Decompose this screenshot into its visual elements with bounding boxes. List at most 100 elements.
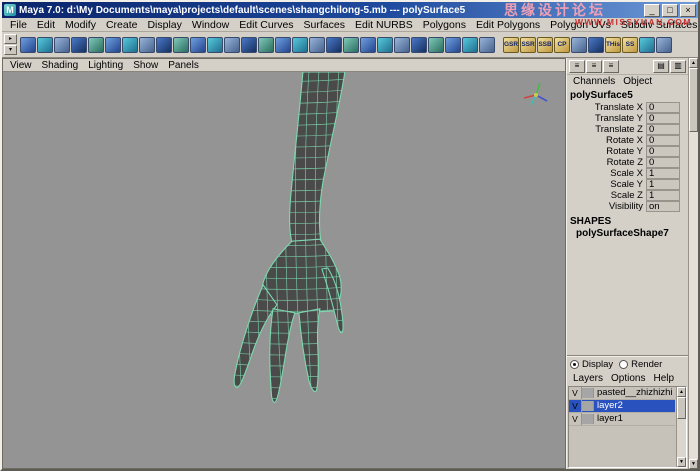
channelbox-menu-channels[interactable]: Channels [569,76,619,87]
scroll-track[interactable] [689,132,698,459]
shelf-icon-ss[interactable]: SS [622,37,638,53]
layer-menu-options[interactable]: Options [607,373,649,384]
shelf-icon-26[interactable] [445,37,461,53]
shelf-icon-34[interactable] [588,37,604,53]
shelf-icon-27[interactable] [462,37,478,53]
close-button[interactable]: × [680,4,696,17]
layer-menu-layers[interactable]: Layers [569,373,607,384]
layer-scroll-down-icon[interactable]: ▼ [677,457,686,467]
shape-name[interactable]: polySurfaceShape7 [567,228,688,239]
attr-value-rotate-x[interactable]: 0 [646,135,680,146]
shelf-icon-ssr[interactable]: SSR [520,37,536,53]
shelf-icon-13[interactable] [224,37,240,53]
shelf-icon-7[interactable] [122,37,138,53]
scroll-down-icon[interactable]: ▼ [689,459,698,469]
menu-polygons[interactable]: Polygons [418,19,471,31]
scroll-thumb[interactable] [689,68,698,132]
attr-value-scale-y[interactable]: 1 [646,179,680,190]
shelf-icon-12[interactable] [207,37,223,53]
layer-visibility-toggle[interactable]: V [569,400,582,412]
shelf-tab-menu-icon[interactable]: ▸ [4,34,17,44]
shelf-icon-this[interactable]: THis [605,37,621,53]
shelf-icon-25[interactable] [428,37,444,53]
shelf-icon-gsr[interactable]: GSR [503,37,519,53]
shelf-icon-3[interactable] [54,37,70,53]
menu-edit[interactable]: Edit [32,19,60,31]
maximize-button[interactable]: □ [662,4,678,17]
shelf-icon-17[interactable] [292,37,308,53]
shelf-icon-8[interactable] [139,37,155,53]
menu-display[interactable]: Display [142,19,186,31]
layer-visibility-toggle[interactable]: V [569,413,582,425]
shelf-icon-6[interactable] [105,37,121,53]
menu-edit-polygons[interactable]: Edit Polygons [471,19,545,31]
layer-row-layer2[interactable]: Vlayer2 [569,400,675,413]
shelf-icon-16[interactable] [275,37,291,53]
radio-display[interactable]: Display [570,359,613,370]
menu-edit-curves[interactable]: Edit Curves [234,19,298,31]
shelf-icon-19[interactable] [326,37,342,53]
channel-hyper-icon[interactable]: ≡ [603,60,619,73]
attr-value-translate-z[interactable]: 0 [646,124,680,135]
menu-window[interactable]: Window [187,19,234,31]
layer-color-swatch[interactable] [582,401,594,411]
attr-value-rotate-y[interactable]: 0 [646,146,680,157]
radio-render[interactable]: Render [619,359,662,370]
shelf-icon-cp[interactable]: CP [554,37,570,53]
attr-value-translate-x[interactable]: 0 [646,102,680,113]
layer-color-swatch[interactable] [582,414,594,424]
channel-expand-icon[interactable]: ▥ [670,60,686,73]
shelf-icon-37[interactable] [639,37,655,53]
panel-menu-panels[interactable]: Panels [163,60,204,71]
shelf-icon-33[interactable] [571,37,587,53]
layer-scroll-track[interactable] [677,419,686,457]
channel-box-scrollbar[interactable]: ▲ ▼ [688,58,698,469]
attr-value-scale-z[interactable]: 1 [646,190,680,201]
panel-menu-shading[interactable]: Shading [37,60,84,71]
shelf-icon-2[interactable] [37,37,53,53]
channel-speed-icon[interactable]: ≡ [586,60,602,73]
titlebar[interactable]: M Maya 7.0: d:\My Documents\maya\project… [2,2,698,18]
shelf-icon-18[interactable] [309,37,325,53]
attr-value-translate-y[interactable]: 0 [646,113,680,124]
menu-modify[interactable]: Modify [60,19,101,31]
layer-list-scrollbar[interactable]: ▲ ▼ [676,387,686,467]
shelf-icon-9[interactable] [156,37,172,53]
shelf-icon-5[interactable] [88,37,104,53]
menu-surfaces[interactable]: Surfaces [299,19,350,31]
shelf-icon-23[interactable] [394,37,410,53]
shelf-icon-20[interactable] [343,37,359,53]
shelf-icon-21[interactable] [360,37,376,53]
shelf-icon-ssb[interactable]: SSB [537,37,553,53]
panel-menu-lighting[interactable]: Lighting [83,60,128,71]
shelf-popup-icon[interactable]: ▾ [4,45,17,55]
shelf-icon-11[interactable] [190,37,206,53]
layer-row-layer1[interactable]: Vlayer1 [569,413,675,426]
shelf-icon-14[interactable] [241,37,257,53]
menu-polygon-uvs[interactable]: Polygon UVs [545,19,616,31]
shelf-icon-22[interactable] [377,37,393,53]
shelf-icon-4[interactable] [71,37,87,53]
shelf-icon-10[interactable] [173,37,189,53]
attr-value-rotate-z[interactable]: 0 [646,157,680,168]
attr-value-visibility[interactable]: on [646,201,680,212]
layer-visibility-toggle[interactable]: V [569,387,582,399]
panel-menu-view[interactable]: View [5,60,37,71]
menu-subdiv-surfaces[interactable]: Subdiv Surfaces [616,19,700,31]
attr-value-scale-x[interactable]: 1 [646,168,680,179]
layer-color-swatch[interactable] [582,388,594,398]
shelf-icon-24[interactable] [411,37,427,53]
layer-scroll-thumb[interactable] [677,397,686,419]
layer-row-pasted-zhizhizhi[interactable]: Vpasted__zhizhizhi [569,387,675,400]
menu-create[interactable]: Create [101,19,143,31]
shelf-icon-28[interactable] [479,37,495,53]
channel-stats-icon[interactable]: ▤ [653,60,669,73]
layer-scroll-up-icon[interactable]: ▲ [677,387,686,397]
panel-menu-show[interactable]: Show [128,60,163,71]
shelf-icon-15[interactable] [258,37,274,53]
viewport[interactable] [3,72,565,468]
layer-menu-help[interactable]: Help [649,373,678,384]
scroll-up-icon[interactable]: ▲ [689,58,698,68]
shelf-icon-1[interactable] [20,37,36,53]
channel-manip-icon[interactable]: ≡ [569,60,585,73]
